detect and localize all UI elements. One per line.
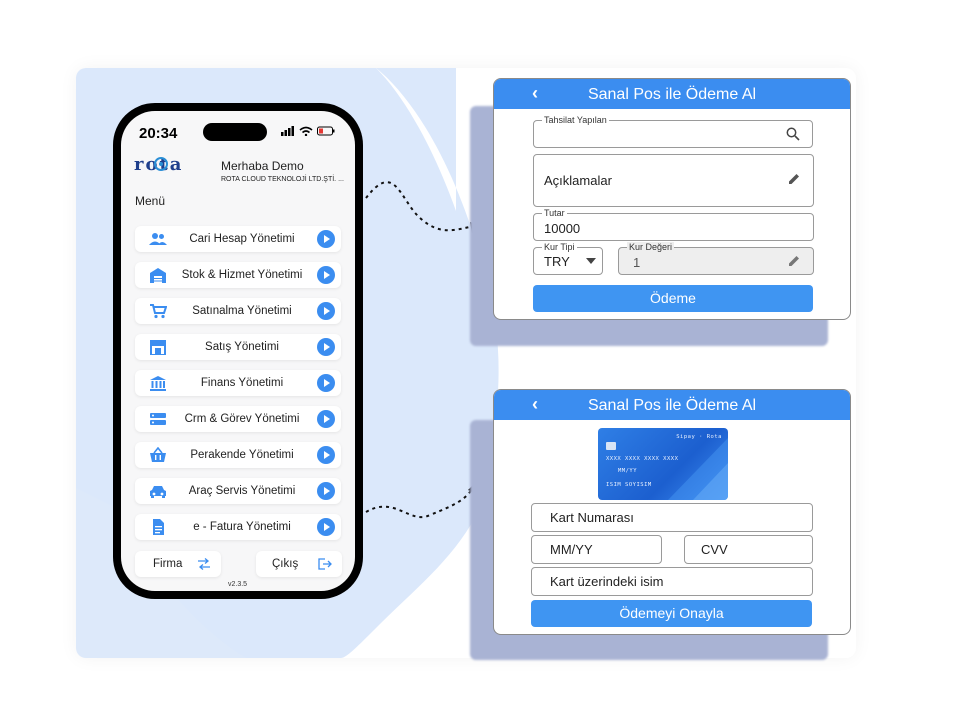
card-name-placeholder: Kart üzerindeki isim <box>550 574 664 589</box>
play-icon[interactable] <box>317 410 335 428</box>
menu-item-e-fatura[interactable]: e - Fatura Yönetimi <box>135 514 341 540</box>
menu-item-perakende[interactable]: Perakende Yönetimi <box>135 442 341 468</box>
card-payment-panel: ‹ Sanal Pos ile Ödeme Al Sipay · Rota XX… <box>493 389 851 635</box>
cvv-placeholder: CVV <box>701 542 728 557</box>
card-name-input[interactable]: Kart üzerindeki isim <box>531 567 813 596</box>
aciklama-placeholder: Açıklamalar <box>544 173 612 188</box>
menu-item-label: Stok & Hizmet Yönetimi <box>181 269 303 281</box>
panel-header: ‹ Sanal Pos ile Ödeme Al <box>494 390 850 420</box>
document-icon <box>153 519 164 535</box>
warehouse-icon <box>150 268 166 283</box>
users-icon <box>149 233 167 245</box>
kur-tipi-label: Kur Tipi <box>542 242 577 252</box>
menu-item-label: Perakende Yönetimi <box>190 449 294 461</box>
bank-icon <box>150 376 166 391</box>
cikis-button[interactable]: Çıkış <box>256 551 342 577</box>
card-brand: Sipay · Rota <box>676 434 722 440</box>
menu-item-cari-hesap[interactable]: Cari Hesap Yönetimi <box>135 226 341 252</box>
swap-icon <box>198 558 210 570</box>
card-holder: ISIM SOYISIM <box>606 482 652 488</box>
greeting-text: Merhaba Demo <box>221 159 304 173</box>
arrow-bottom <box>365 487 474 518</box>
play-icon[interactable] <box>317 338 335 356</box>
status-time: 20:34 <box>139 125 178 142</box>
menu-item-stok-hizmet[interactable]: Stok & Hizmet Yönetimi <box>135 262 341 288</box>
play-icon[interactable] <box>317 374 335 392</box>
tahsilat-label: Tahsilat Yapılan <box>542 115 609 125</box>
card-number-placeholder: Kart Numarası <box>550 510 634 525</box>
dynamic-island <box>203 123 267 141</box>
car-icon <box>150 486 166 498</box>
logout-icon <box>318 558 332 570</box>
menu-item-label: Satış Yönetimi <box>205 341 279 353</box>
tahsilat-field[interactable]: Tahsilat Yapılan <box>533 115 813 148</box>
firma-label: Firma <box>153 558 183 570</box>
odeme-button[interactable]: Ödeme <box>533 285 813 312</box>
menu-item-label: Araç Servis Yönetimi <box>188 485 296 497</box>
kur-degeri-label: Kur Değeri <box>627 242 675 252</box>
card-expiry: MM/YY <box>618 468 638 474</box>
edit-icon[interactable] <box>787 254 801 268</box>
panel-title: Sanal Pos ile Ödeme Al <box>587 86 757 103</box>
rota-logo: rota <box>134 154 212 180</box>
arrow-top <box>365 181 475 232</box>
search-icon[interactable] <box>786 127 800 141</box>
menu-item-crm-gorev[interactable]: Crm & Görev Yönetimi <box>135 406 341 432</box>
kur-tipi-select[interactable]: Kur Tipi TRY <box>533 242 603 275</box>
chip-icon <box>606 442 616 450</box>
payment-form-panel: ‹ Sanal Pos ile Ödeme Al Tahsilat Yapıla… <box>493 78 851 320</box>
kur-degeri-value: 1 <box>633 255 641 270</box>
company-name: ROTA CLOUD TEKNOLOJİ LTD.ŞTİ. ... <box>221 176 344 183</box>
server-icon <box>150 413 166 425</box>
wifi-icon <box>299 126 313 136</box>
cikis-label: Çıkış <box>272 558 299 570</box>
menu-item-label: Cari Hesap Yönetimi <box>189 233 295 245</box>
card-number-input[interactable]: Kart Numarası <box>531 503 813 532</box>
credit-card-preview: Sipay · Rota XXXX XXXX XXXX XXXX MM/YY I… <box>598 428 728 500</box>
play-icon[interactable] <box>317 230 335 248</box>
play-icon[interactable] <box>317 482 335 500</box>
cvv-input[interactable]: CVV <box>684 535 813 564</box>
version-text: v2.3.5 <box>228 581 248 588</box>
firma-button[interactable]: Firma <box>135 551 221 577</box>
tutar-value: 10000 <box>544 221 581 236</box>
menu-item-label: Finans Yönetimi <box>200 377 284 389</box>
kur-degeri-field[interactable]: Kur Değeri 1 <box>618 242 814 275</box>
menu-item-satis[interactable]: Satış Yönetimi <box>135 334 341 360</box>
menu-item-label: Satınalma Yönetimi <box>192 305 292 317</box>
battery-icon <box>317 126 335 136</box>
play-icon[interactable] <box>317 266 335 284</box>
menu-item-arac-servis[interactable]: Araç Servis Yönetimi <box>135 478 341 504</box>
signal-icon <box>281 126 294 136</box>
cart-icon <box>150 304 167 319</box>
basket-icon <box>150 447 166 462</box>
confirm-payment-button[interactable]: Ödemeyi Onayla <box>531 600 812 627</box>
store-icon <box>150 340 166 355</box>
expiry-input[interactable]: MM/YY <box>531 535 662 564</box>
expiry-placeholder: MM/YY <box>550 542 593 557</box>
menu-item-finans[interactable]: Finans Yönetimi <box>135 370 341 396</box>
chevron-down-icon <box>586 258 596 264</box>
panel-header: ‹ Sanal Pos ile Ödeme Al <box>494 79 850 109</box>
play-icon[interactable] <box>317 446 335 464</box>
tutar-field[interactable]: Tutar 10000 <box>533 208 814 241</box>
menu-item-label: e - Fatura Yönetimi <box>193 521 291 533</box>
aciklama-field[interactable]: Açıklamalar <box>533 154 814 207</box>
status-icons <box>281 126 335 136</box>
edit-icon[interactable] <box>787 172 801 186</box>
phone-screen: 20:34 rota Merhaba Demo ROTA CLOUD TEKNO… <box>121 111 355 591</box>
menu-item-label: Crm & Görev Yönetimi <box>184 413 300 425</box>
phone-frame: 20:34 rota Merhaba Demo ROTA CLOUD TEKNO… <box>113 103 363 599</box>
tutar-label: Tutar <box>542 208 567 218</box>
play-icon[interactable] <box>317 518 335 536</box>
play-icon[interactable] <box>317 302 335 320</box>
menu-item-satinalma[interactable]: Satınalma Yönetimi <box>135 298 341 324</box>
menu-title: Menü <box>135 194 166 208</box>
panel-title: Sanal Pos ile Ödeme Al <box>587 397 757 414</box>
card-number: XXXX XXXX XXXX XXXX <box>606 456 679 462</box>
kur-tipi-value: TRY <box>544 254 570 269</box>
